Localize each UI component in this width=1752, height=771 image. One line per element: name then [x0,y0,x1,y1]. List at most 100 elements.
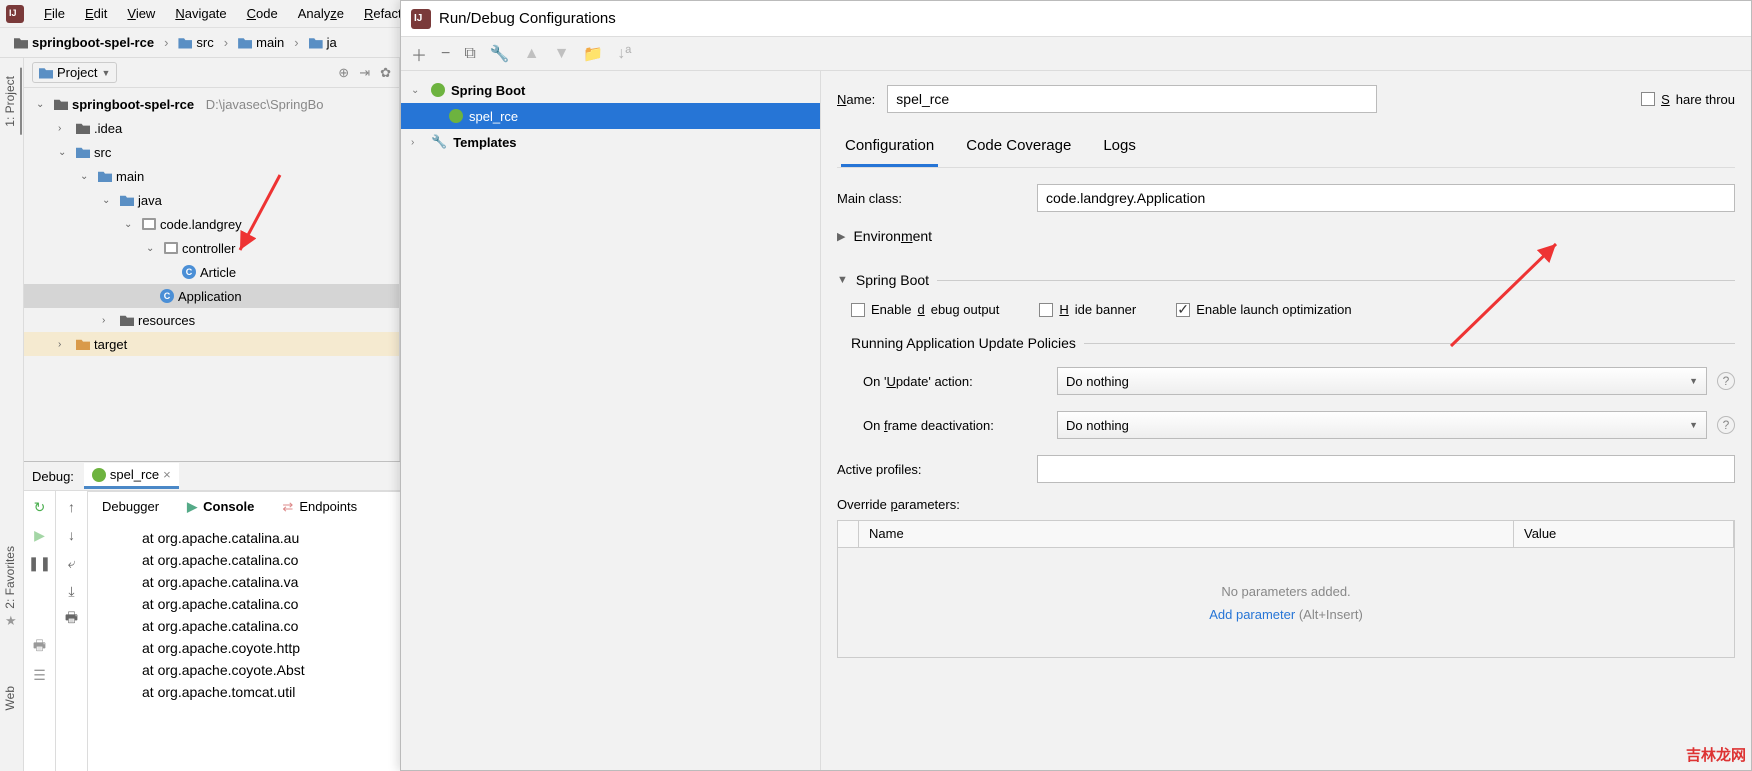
config-spel-rce[interactable]: spel_rce [401,103,820,129]
tab-logs[interactable]: Logs [1099,127,1140,167]
tab-console[interactable]: ▶Console [181,495,260,519]
name-input[interactable] [887,85,1377,113]
folder-icon [54,98,68,110]
down-button[interactable]: ↓ [62,525,82,545]
folder-icon [120,194,134,206]
enable-debug-checkbox[interactable]: Enable debug output [851,302,999,317]
run-debug-config-dialog: Run/Debug Configurations ＋ − ⧉ 🔧 ▲ ▼ 📁 ↓… [400,0,1752,771]
folder-icon [76,338,90,350]
tree-application[interactable]: C Application [24,284,399,308]
menu-analyze[interactable]: Analyze [290,4,352,23]
pause-button[interactable]: ❚❚ [30,553,50,573]
active-profiles-input[interactable] [1037,455,1735,483]
folder-config-button[interactable]: 📁 [583,44,603,64]
tree-java[interactable]: ⌄ java [24,188,399,212]
tab-project[interactable]: 1: Project [0,68,22,135]
remove-config-button[interactable]: − [441,45,450,63]
section-environment[interactable]: ▶Environment [837,228,1735,244]
menu-view[interactable]: View [119,4,163,23]
on-update-label: On 'Update' action: [863,374,1047,389]
debug-toolbar-console: ↑ ↓ ⤶ ⤓ 🖶 [56,491,88,771]
class-icon: C [182,265,196,279]
spring-icon [431,83,445,97]
add-parameter-link[interactable]: Add parameter [1209,607,1295,622]
tree-src[interactable]: ⌄ src [24,140,399,164]
add-config-button[interactable]: ＋ [411,42,427,66]
tree-main[interactable]: ⌄ main [24,164,399,188]
view-breakpoints-button[interactable] [30,609,50,629]
sort-config-button[interactable]: ↓ª [617,45,631,63]
tab-endpoints[interactable]: ⇄Endpoints [276,495,363,519]
folder-icon [238,37,252,49]
main-class-input[interactable] [1037,184,1735,212]
menu-navigate[interactable]: Navigate [167,4,234,23]
name-label: Name: [837,92,875,107]
star-icon: ★ [5,613,17,629]
project-tree[interactable]: ⌄ springboot-spel-rce D:\javasec\SpringB… [24,88,399,461]
folder-icon [76,122,90,134]
dialog-title: Run/Debug Configurations [439,10,616,27]
class-icon: C [160,289,174,303]
project-header: Project ▼ ⊕ ⇥ ✿ [24,58,399,88]
resume-button[interactable]: ▶ [30,525,50,545]
folder-icon [178,37,192,49]
config-springboot[interactable]: ⌄ Spring Boot [401,77,820,103]
spring-icon [92,468,106,482]
section-springboot[interactable]: ▼Spring Boot [837,272,1735,288]
params-table-body: No parameters added. Add parameter (Alt+… [837,548,1735,658]
folder-icon [120,314,134,326]
print-button[interactable]: 🖶 [62,609,82,629]
mute-breakpoints-button[interactable]: 🖶 [30,637,50,657]
on-deactivation-dropdown[interactable]: Do nothing▼ [1057,411,1707,439]
tab-debugger[interactable]: Debugger [96,495,165,518]
package-icon [164,242,178,254]
soft-wrap-button[interactable]: ⤶ [62,553,82,573]
breadcrumb-main[interactable]: main [232,32,290,53]
tree-controller[interactable]: ⌄ controller [24,236,399,260]
tree-idea[interactable]: › .idea [24,116,399,140]
hide-banner-checkbox[interactable]: Hide banner [1039,302,1136,317]
tab-favorites[interactable]: 2: Favorites [0,538,20,617]
folder-icon [98,170,112,182]
menu-file[interactable]: File [36,4,73,23]
folder-icon [39,67,53,79]
enable-launch-checkbox[interactable]: Enable launch optimization [1176,302,1351,317]
tree-target[interactable]: › target [24,332,399,356]
config-tree[interactable]: ⌄ Spring Boot spel_rce ›🔧 Templates [401,71,821,770]
params-table-header: Name Value [837,520,1735,548]
locate-icon[interactable]: ⊕ [338,65,349,81]
tab-code-coverage[interactable]: Code Coverage [962,127,1075,167]
settings-icon[interactable]: ✿ [380,65,391,81]
scroll-end-button[interactable]: ⤓ [62,581,82,601]
rerun-button[interactable]: ↻ [30,497,50,517]
menu-edit[interactable]: Edit [77,4,115,23]
config-templates[interactable]: ›🔧 Templates [401,129,820,155]
tree-root[interactable]: ⌄ springboot-spel-rce D:\javasec\SpringB… [24,92,399,116]
help-icon[interactable]: ? [1717,372,1735,390]
breadcrumb-java[interactable]: ja [303,32,343,53]
active-profiles-label: Active profiles: [837,462,1027,477]
tab-web[interactable]: Web [0,678,20,718]
up-button[interactable]: ↑ [62,497,82,517]
edit-config-button[interactable]: 🔧 [490,44,510,64]
help-icon[interactable]: ? [1717,416,1735,434]
folder-icon [309,37,323,49]
breadcrumb-root[interactable]: springboot-spel-rce [8,32,160,53]
wrench-icon: 🔧 [431,134,447,150]
tab-configuration[interactable]: Configuration [841,127,938,167]
down-config-button[interactable]: ▼ [554,45,570,63]
stop-button[interactable] [30,581,50,601]
share-checkbox[interactable]: Share throu [1641,92,1735,107]
project-view-dropdown[interactable]: Project ▼ [32,62,117,83]
menu-code[interactable]: Code [239,4,286,23]
tree-package[interactable]: ⌄ code.landgrey [24,212,399,236]
tree-article[interactable]: C Article [24,260,399,284]
copy-config-button[interactable]: ⧉ [464,45,475,63]
debug-run-tab[interactable]: spel_rce × [84,463,179,489]
tree-resources[interactable]: › resources [24,308,399,332]
on-update-dropdown[interactable]: Do nothing▼ [1057,367,1707,395]
collapse-icon[interactable]: ⇥ [359,65,370,81]
breadcrumb-src[interactable]: src [172,32,219,53]
up-config-button[interactable]: ▲ [524,45,540,63]
layout-button[interactable]: ☰ [30,665,50,685]
